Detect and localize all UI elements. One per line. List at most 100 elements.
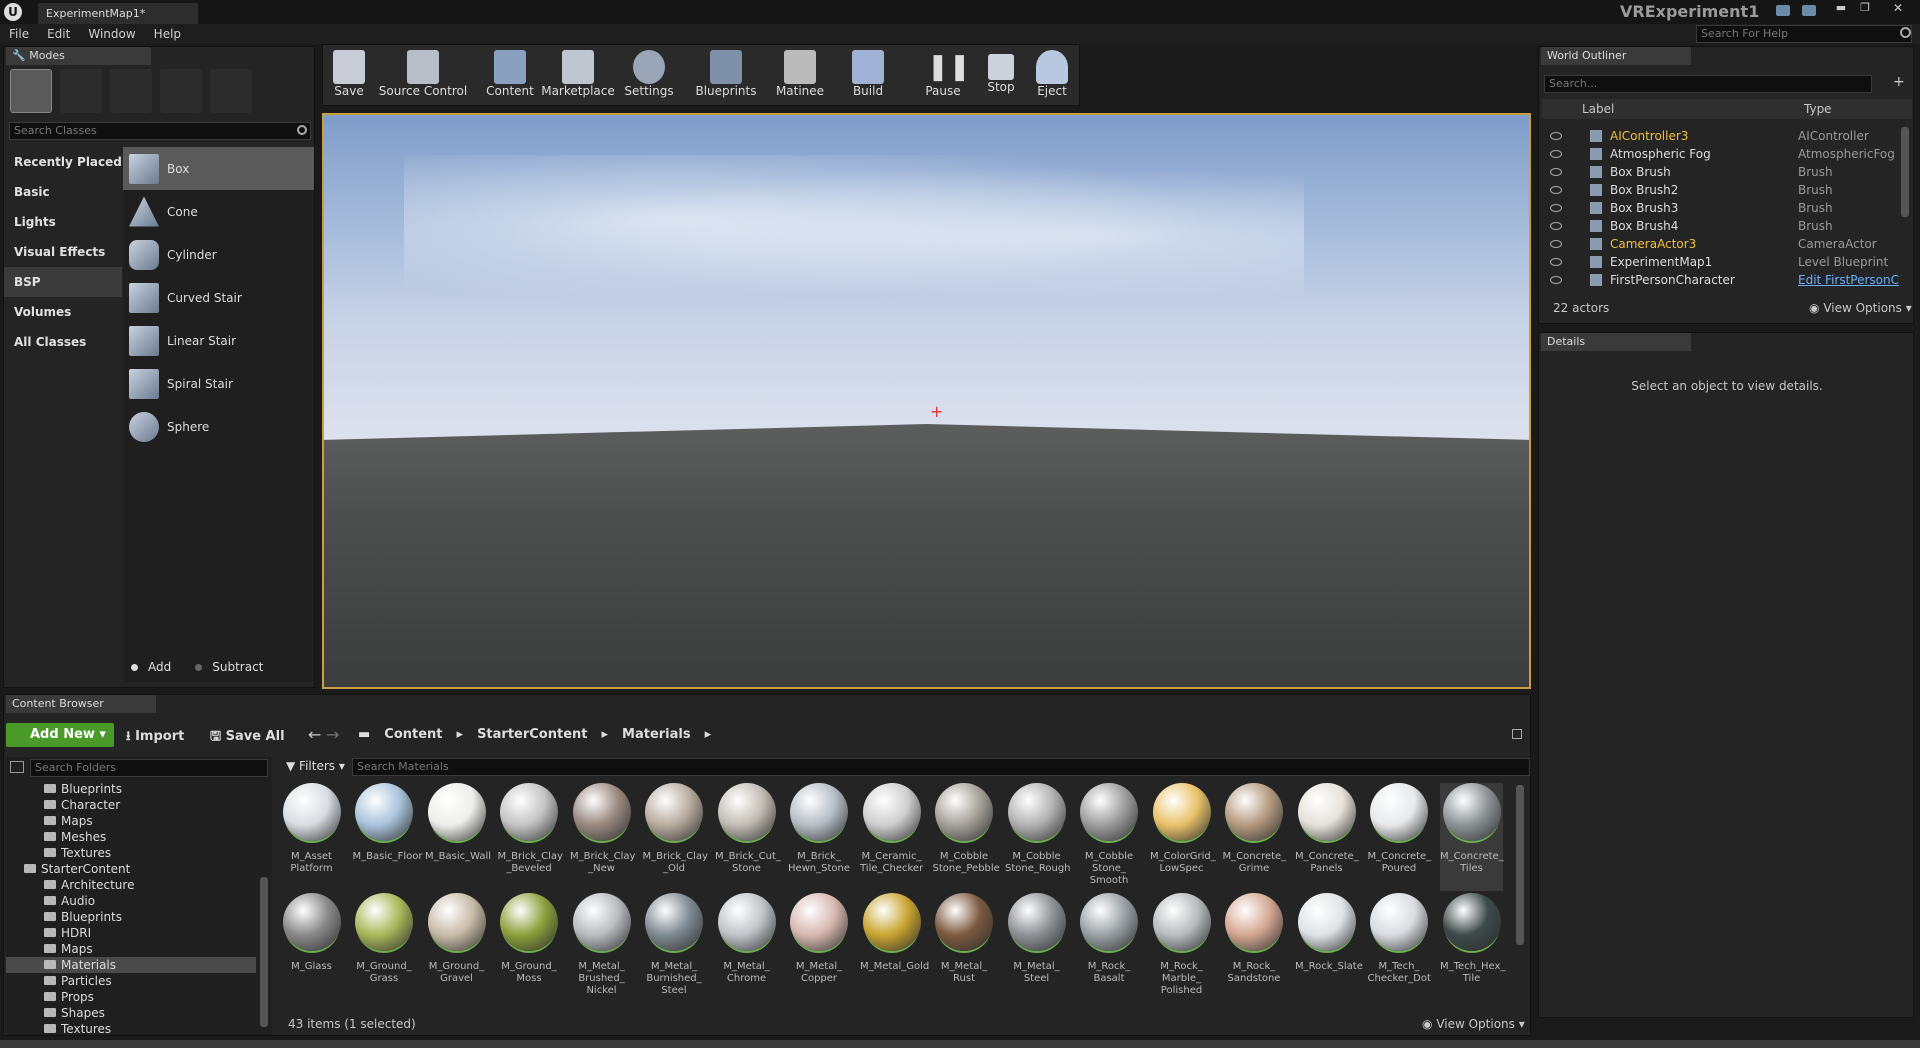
outliner-row[interactable]: Box Brush Brush: [1542, 163, 1900, 181]
visibility-eye-icon[interactable]: [1550, 258, 1562, 266]
placeable-linear-stair[interactable]: Linear Stair: [123, 319, 314, 362]
category-basic[interactable]: Basic: [4, 177, 122, 207]
help-search-input[interactable]: Search For Help: [1696, 25, 1912, 43]
asset-tile[interactable]: M_Rock_ Sandstone: [1223, 893, 1286, 1001]
asset-tile[interactable]: M_Cobble Stone_Pebble: [933, 783, 1000, 891]
asset-tile[interactable]: M_Ground_ Gravel: [425, 893, 488, 1001]
asset-tile[interactable]: M_ColorGrid_ LowSpec: [1150, 783, 1216, 891]
subtract-radio[interactable]: [195, 663, 203, 671]
asset-tile[interactable]: M_Concrete_ Grime: [1223, 783, 1286, 891]
add-radio[interactable]: [131, 663, 138, 671]
breadcrumb-item[interactable]: Materials: [622, 727, 691, 742]
asset-tile[interactable]: M_Asset Platform: [280, 783, 343, 891]
visibility-eye-icon[interactable]: [1550, 276, 1562, 284]
pause-button[interactable]: ❚❚ Pause: [922, 44, 970, 102]
category-all-classes[interactable]: All Classes: [4, 327, 122, 357]
menu-window[interactable]: Window: [79, 24, 144, 44]
close-button[interactable]: ✕: [1878, 1, 1918, 15]
view-options-button[interactable]: ◉ View Options ▾: [1809, 301, 1912, 315]
actor-type[interactable]: Edit FirstPersonC: [1798, 273, 1899, 287]
asset-tile[interactable]: M_Metal_ Rust: [933, 893, 996, 1001]
add-new-button[interactable]: Add New ▾: [6, 723, 114, 747]
category-recently-placed[interactable]: Recently Placed: [4, 147, 122, 177]
asset-tile[interactable]: M_Cobble Stone_Rough: [1005, 783, 1071, 891]
folder-item[interactable]: Materials: [6, 957, 256, 973]
visibility-eye-icon[interactable]: [1550, 132, 1562, 140]
folder-item[interactable]: Audio: [6, 893, 256, 909]
forward-arrow-icon[interactable]: →: [326, 725, 339, 744]
stop-button[interactable]: Stop: [980, 44, 1022, 102]
outliner-row[interactable]: CameraActor3 CameraActor: [1542, 235, 1900, 253]
asset-tile[interactable]: M_Brick_Clay _New: [570, 783, 635, 891]
outliner-row[interactable]: FirstPersonCharacter Edit FirstPersonC: [1542, 271, 1900, 289]
asset-tile[interactable]: M_Basic_Wall: [425, 783, 491, 891]
asset-tile[interactable]: M_Brick_Clay _Old: [643, 783, 708, 891]
asset-tile[interactable]: M_Ground_ Grass: [353, 893, 416, 1001]
outliner-row[interactable]: ExperimentMap1 Level Blueprint: [1542, 253, 1900, 271]
import-button[interactable]: ⭳ Import: [126, 727, 184, 749]
menu-file[interactable]: File: [0, 24, 38, 44]
placeable-cylinder[interactable]: Cylinder: [123, 233, 314, 276]
build-button[interactable]: Build: [842, 44, 894, 102]
category-bsp[interactable]: BSP: [4, 267, 122, 297]
folder-item[interactable]: Blueprints: [6, 781, 256, 797]
placeable-sphere[interactable]: Sphere: [123, 405, 314, 448]
folder-item[interactable]: StarterContent: [6, 861, 256, 877]
landscape-mode-icon[interactable]: [110, 69, 152, 113]
outliner-row[interactable]: AIController3 AIController: [1542, 127, 1900, 145]
foliage-mode-icon[interactable]: [160, 69, 202, 113]
folder-item[interactable]: Blueprints: [6, 909, 256, 925]
asset-tile[interactable]: M_Basic_Floor: [353, 783, 422, 891]
class-search-input[interactable]: Search Classes: [9, 122, 311, 140]
asset-tile[interactable]: M_Glass: [280, 893, 343, 1001]
content-button[interactable]: Content: [484, 44, 536, 102]
breadcrumb-item[interactable]: StarterContent: [477, 727, 587, 742]
asset-grid-scrollbar[interactable]: [1516, 785, 1524, 945]
folder-search-input[interactable]: Search Folders: [30, 759, 268, 777]
lock-icon[interactable]: [1512, 729, 1522, 739]
folder-item[interactable]: Meshes: [6, 829, 256, 845]
folder-item[interactable]: Shapes: [6, 1005, 256, 1021]
outliner-row[interactable]: Box Brush3 Brush: [1542, 199, 1900, 217]
modes-tab[interactable]: 🔧 Modes: [6, 47, 151, 65]
maximize-button[interactable]: ❐: [1854, 1, 1876, 15]
placeable-box[interactable]: Box: [123, 147, 314, 190]
marketplace-button[interactable]: Marketplace: [540, 44, 616, 102]
place-mode-icon[interactable]: [10, 69, 52, 113]
collapse-sources-icon[interactable]: [10, 761, 24, 773]
asset-tile[interactable]: M_Rock_ Marble_ Polished: [1150, 893, 1213, 1001]
category-lights[interactable]: Lights: [4, 207, 122, 237]
visibility-eye-icon[interactable]: [1550, 168, 1562, 176]
breadcrumb-item[interactable]: Content: [384, 727, 442, 742]
asset-tile[interactable]: M_Concrete_ Tiles: [1440, 783, 1504, 891]
menu-edit[interactable]: Edit: [38, 24, 79, 44]
outliner-row[interactable]: Box Brush4 Brush: [1542, 217, 1900, 235]
minimize-button[interactable]: ▬: [1830, 1, 1852, 15]
content-browser-tab[interactable]: Content Browser: [6, 695, 156, 713]
folder-item[interactable]: Maps: [6, 941, 256, 957]
folder-item[interactable]: HDRI: [6, 925, 256, 941]
visibility-eye-icon[interactable]: [1550, 222, 1562, 230]
back-arrow-icon[interactable]: ←: [308, 725, 321, 744]
outliner-row[interactable]: Atmospheric Fog AtmosphericFog: [1542, 145, 1900, 163]
visibility-eye-icon[interactable]: [1550, 186, 1562, 194]
matinee-button[interactable]: Matinee: [772, 44, 828, 102]
placeable-spiral-stair[interactable]: Spiral Stair: [123, 362, 314, 405]
placeable-cone[interactable]: Cone: [123, 190, 314, 233]
folder-tree-scrollbar[interactable]: [260, 877, 268, 1027]
visibility-eye-icon[interactable]: [1550, 240, 1562, 248]
add-actor-icon[interactable]: +: [1893, 75, 1907, 89]
type-column-header[interactable]: Type: [1804, 102, 1832, 116]
folder-item[interactable]: Textures: [6, 845, 256, 861]
asset-tile[interactable]: M_Concrete_ Panels: [1295, 783, 1359, 891]
asset-search-input[interactable]: Search Materials: [352, 758, 1530, 776]
asset-tile[interactable]: M_Ground_ Moss: [498, 893, 561, 1001]
filters-button[interactable]: ▼ Filters ▾: [286, 759, 345, 773]
level-tab[interactable]: ExperimentMap1*: [38, 3, 198, 24]
placeable-curved-stair[interactable]: Curved Stair: [123, 276, 314, 319]
folder-item[interactable]: Maps: [6, 813, 256, 829]
category-visual-effects[interactable]: Visual Effects: [4, 237, 122, 267]
level-viewport[interactable]: +: [322, 113, 1531, 689]
asset-tile[interactable]: M_Concrete_ Poured: [1368, 783, 1431, 891]
cb-view-options-button[interactable]: ◉ View Options ▾: [1422, 1017, 1525, 1031]
